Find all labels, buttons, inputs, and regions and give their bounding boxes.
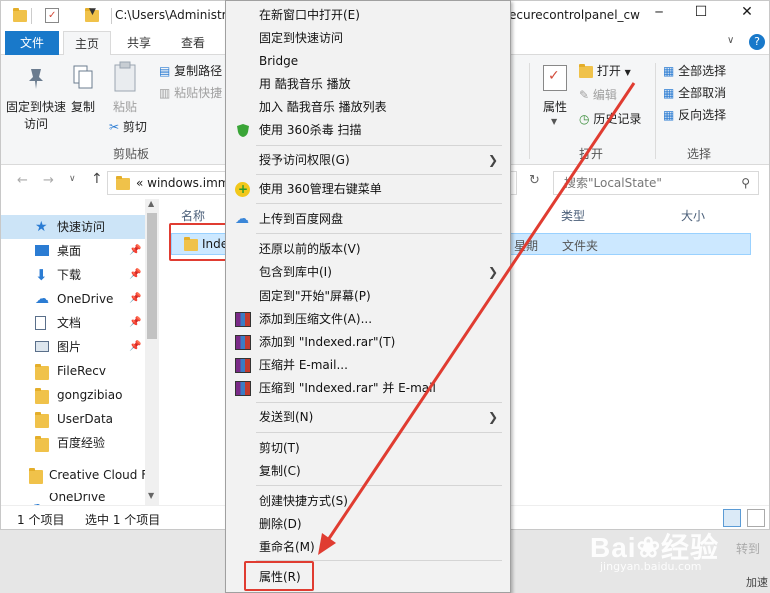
watermark-brand-cn: 经验 (661, 532, 720, 563)
paw-icon: ❀ (636, 532, 662, 563)
watermark-url: jingyan.baidu.com (600, 560, 702, 573)
side-text: 转到 (736, 542, 761, 556)
speed-label: 加速 (746, 576, 768, 589)
annotation-arrow (318, 82, 636, 555)
watermark-brand: Bai (590, 532, 637, 563)
